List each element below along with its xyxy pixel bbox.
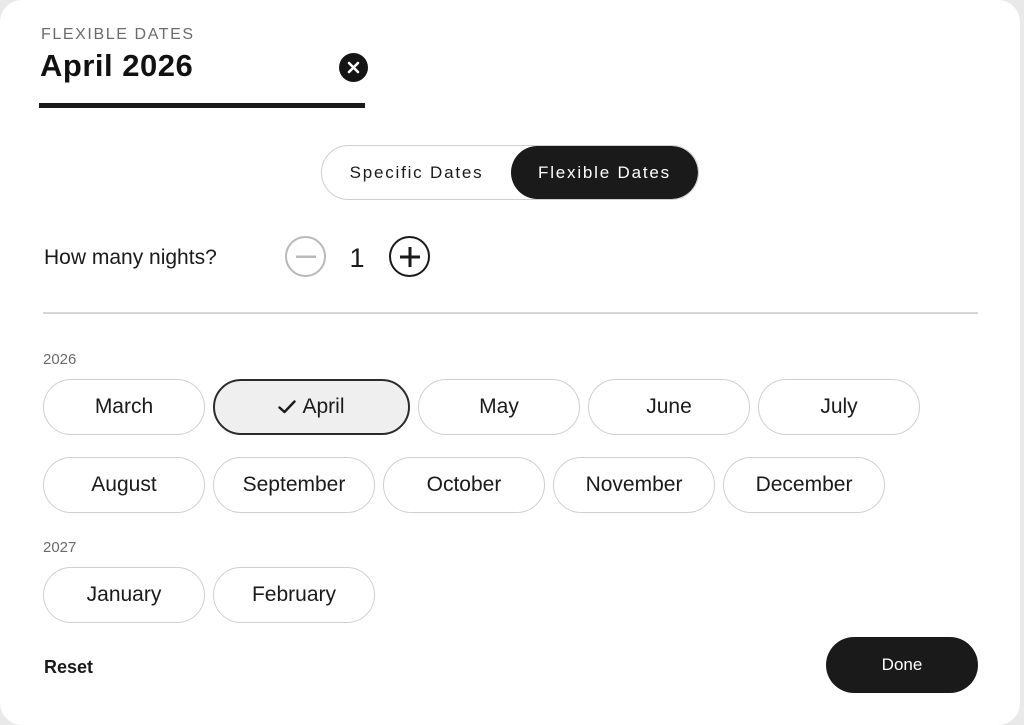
- reset-button[interactable]: Reset: [44, 657, 93, 678]
- field-label: FLEXIBLE DATES: [41, 26, 195, 43]
- checkmark-icon: [278, 400, 297, 414]
- nights-count: 1: [349, 243, 365, 273]
- month-label: March: [94, 395, 154, 418]
- month-september[interactable]: September: [213, 457, 375, 513]
- month-may[interactable]: May: [418, 379, 580, 435]
- divider: [43, 312, 978, 314]
- flexible-dates-panel: FLEXIBLE DATES April 2026 Specific Dates…: [0, 0, 1020, 725]
- month-label: May: [479, 395, 519, 418]
- month-march[interactable]: March: [43, 379, 205, 435]
- month-june[interactable]: June: [588, 379, 750, 435]
- minus-icon: [295, 255, 316, 259]
- decrement-nights-button[interactable]: [285, 236, 326, 277]
- month-january[interactable]: January: [43, 567, 205, 623]
- clear-button[interactable]: [339, 53, 368, 82]
- month-october[interactable]: October: [383, 457, 545, 513]
- month-label: August: [91, 473, 157, 496]
- month-november[interactable]: November: [553, 457, 715, 513]
- specific-dates-option[interactable]: Specific Dates: [322, 146, 511, 199]
- month-december[interactable]: December: [723, 457, 885, 513]
- month-april[interactable]: April: [213, 379, 410, 435]
- month-label: April: [302, 395, 345, 418]
- date-mode-toggle: Specific Dates Flexible Dates: [321, 145, 699, 200]
- month-label: December: [755, 473, 853, 496]
- year-label-2027: 2027: [43, 539, 77, 556]
- plus-icon: [399, 246, 420, 267]
- done-button[interactable]: Done: [826, 637, 978, 693]
- month-label: February: [251, 583, 337, 606]
- month-label: July: [820, 395, 858, 418]
- month-label: September: [242, 473, 346, 496]
- month-label: November: [585, 473, 683, 496]
- selected-date-value[interactable]: April 2026: [40, 48, 193, 84]
- month-label: June: [646, 395, 692, 418]
- nights-label: How many nights?: [44, 246, 217, 269]
- month-february[interactable]: February: [213, 567, 375, 623]
- month-label: January: [86, 583, 162, 606]
- close-circle-icon: [347, 61, 360, 74]
- increment-nights-button[interactable]: [389, 236, 430, 277]
- month-label: October: [426, 473, 502, 496]
- field-underline: [39, 103, 365, 108]
- flexible-dates-option[interactable]: Flexible Dates: [511, 146, 698, 199]
- year-label-2026: 2026: [43, 351, 77, 368]
- month-july[interactable]: July: [758, 379, 920, 435]
- month-august[interactable]: August: [43, 457, 205, 513]
